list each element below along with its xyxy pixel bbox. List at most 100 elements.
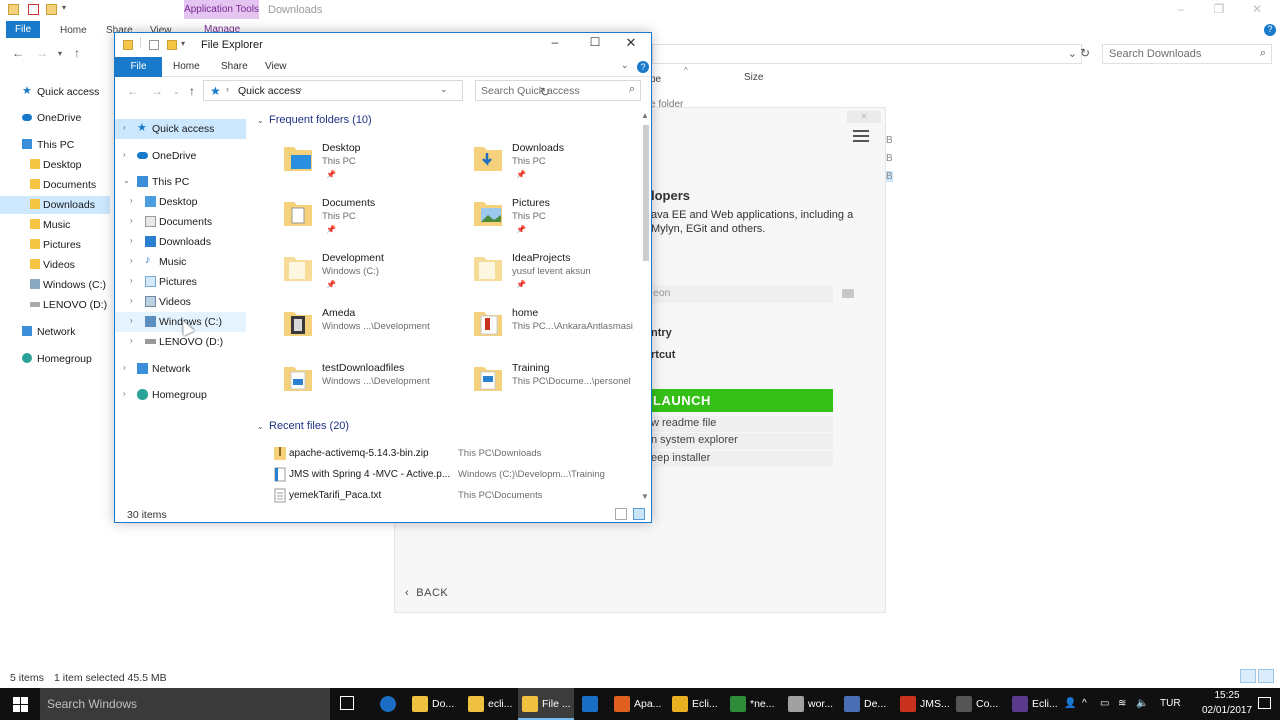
frequent-folders-header[interactable]: ⌄ Frequent folders (10) — [257, 114, 372, 126]
large-icons-view-icon[interactable] — [1258, 669, 1274, 683]
taskbar-app[interactable]: Do... — [408, 688, 460, 720]
chevron-right-icon[interactable]: › — [130, 236, 133, 245]
forward-arrow-icon[interactable]: → — [36, 46, 48, 60]
background-home-tab[interactable]: Home — [60, 25, 87, 36]
tab-home[interactable]: Home — [173, 61, 200, 72]
chevron-right-icon[interactable]: › — [123, 363, 126, 372]
bg-sidebar-item-music[interactable]: Music — [0, 216, 110, 234]
list-item[interactable]: yemekTarifi_Paca.txt This PC\Documents — [274, 487, 639, 503]
pin-icon[interactable]: 📌 — [516, 280, 526, 289]
clock-date[interactable]: 02/01/2017 — [1202, 705, 1252, 716]
expand-ribbon-icon[interactable]: ⌄ — [621, 60, 629, 71]
folder-tile-home[interactable]: home This PC...\AnkaraAntlasmasi — [473, 304, 641, 354]
installation-folder-field[interactable]: eon — [651, 285, 833, 303]
sidebar-item-downloads[interactable]: › Downloads — [115, 232, 246, 252]
bg-sidebar-item-windows-c[interactable]: Windows (C:) — [0, 276, 110, 294]
installer-desktop-shortcut-option[interactable]: rtcut — [651, 349, 675, 361]
folder-tile-testdownloadfiles[interactable]: testDownloadfiles Windows ...\Development — [283, 359, 473, 409]
scroll-up-icon[interactable]: ▲ — [641, 111, 649, 120]
new-folder-icon[interactable] — [167, 40, 177, 50]
recent-locations-icon[interactable]: ⌄ — [173, 87, 180, 96]
chevron-right-icon[interactable]: › — [130, 316, 133, 325]
chevron-right-icon[interactable]: › — [123, 150, 126, 159]
sidebar-item-desktop[interactable]: › Desktop — [115, 192, 246, 212]
taskbar-app[interactable]: File ... — [518, 688, 574, 720]
task-view-icon[interactable] — [340, 696, 354, 710]
taskbar-app-edge[interactable] — [376, 688, 402, 720]
help-icon[interactable]: ? — [1264, 24, 1276, 36]
input-language-indicator[interactable]: TUR — [1160, 698, 1181, 709]
chevron-down-icon[interactable]: ⌄ — [1068, 47, 1077, 60]
sidebar-item-onedrive[interactable]: › OneDrive — [115, 146, 246, 166]
pin-icon[interactable]: 📌 — [326, 280, 336, 289]
help-icon[interactable]: ? — [637, 61, 649, 73]
battery-icon[interactable]: ▭ — [1100, 698, 1109, 709]
folder-tile-training[interactable]: Training This PC\Docume...\personel — [473, 359, 641, 409]
pin-icon[interactable]: 📌 — [516, 170, 526, 179]
chevron-right-icon[interactable]: › — [130, 216, 133, 225]
folder-tile-documents[interactable]: Documents This PC 📌 — [283, 194, 473, 244]
back-button[interactable]: ‹ BACK — [405, 587, 448, 599]
list-item[interactable]: apache-activemq-5.14.3-bin.zip This PC\Do… — [274, 445, 639, 463]
taskbar-app[interactable]: *ne... — [726, 688, 782, 720]
sidebar-item-network[interactable]: › Network — [115, 359, 246, 379]
customize-toolbar-icon[interactable]: ▾ — [62, 3, 66, 12]
taskbar-app[interactable]: Co... — [952, 688, 1004, 720]
tiles-view-icon[interactable] — [633, 508, 645, 520]
browse-folder-icon[interactable] — [842, 289, 854, 298]
background-minimize-button[interactable]: – — [1166, 2, 1196, 18]
recent-locations-icon[interactable]: ▾ — [58, 49, 62, 58]
recent-files-header[interactable]: ⌄ Recent files (20) — [257, 420, 349, 432]
wifi-icon[interactable]: ≋ — [1118, 698, 1126, 709]
sidebar-item-quick-access[interactable]: › ★ Quick access — [115, 119, 246, 139]
refresh-icon[interactable]: ↻ — [1080, 46, 1090, 60]
taskbar-app[interactable]: wor... — [784, 688, 840, 720]
background-file-tab[interactable]: File — [6, 21, 40, 38]
chevron-up-icon[interactable]: ^ — [1082, 698, 1087, 709]
properties-icon[interactable] — [149, 40, 159, 50]
address-bar[interactable]: ★ › Quick access › ⌄ ↻ — [203, 80, 550, 101]
folder-tile-ideaprojects[interactable]: IdeaProjects yusuf levent aksun 📌 — [473, 249, 641, 299]
up-arrow-icon[interactable]: ↑ — [189, 84, 195, 98]
background-address-field[interactable]: ⌄ — [652, 44, 1082, 64]
taskbar-search-box[interactable]: Search Windows — [40, 688, 330, 720]
tab-share[interactable]: Share — [221, 61, 248, 72]
chevron-down-icon[interactable]: ⌄ — [440, 84, 448, 95]
close-button[interactable]: ✕ — [621, 35, 641, 55]
breadcrumb-quick-access[interactable]: Quick access — [238, 85, 300, 97]
forward-arrow-icon[interactable]: → — [151, 84, 163, 98]
taskbar-app[interactable]: Apa... — [610, 688, 666, 720]
bg-sidebar-item-network[interactable]: Network — [0, 323, 110, 341]
folder-tile-downloads[interactable]: Downloads This PC 📌 — [473, 139, 641, 189]
search-input[interactable]: Search Quick access ⌕ — [475, 80, 641, 101]
pin-icon[interactable]: 📌 — [326, 225, 336, 234]
background-column-size[interactable]: Size — [744, 72, 763, 83]
customize-toolbar-icon[interactable]: ▾ — [181, 39, 185, 48]
people-icon[interactable]: 👤 — [1064, 698, 1076, 709]
bg-sidebar-item-quick-access[interactable]: ★ Quick access — [0, 83, 110, 101]
details-view-icon[interactable] — [1240, 669, 1256, 683]
background-search-input[interactable]: Search Downloads ⌕ — [1102, 44, 1272, 64]
bg-sidebar-item-homegroup[interactable]: Homegroup — [0, 350, 110, 368]
installer-close-button[interactable]: ✕ — [847, 111, 881, 123]
bg-sidebar-item-onedrive[interactable]: OneDrive — [0, 109, 110, 127]
sidebar-item-this-pc[interactable]: ⌄ This PC — [115, 172, 246, 192]
vertical-scrollbar[interactable]: ▲ ▼ — [641, 111, 651, 503]
breadcrumb-separator-icon[interactable]: › — [226, 84, 229, 94]
chevron-right-icon[interactable]: › — [123, 123, 126, 132]
chevron-right-icon[interactable]: › — [130, 276, 133, 285]
installer-start-menu-option[interactable]: ntry — [651, 327, 672, 339]
chevron-down-icon[interactable]: ⌄ — [123, 176, 130, 185]
breadcrumb-separator-icon[interactable]: › — [299, 84, 302, 94]
tab-file[interactable]: File — [115, 57, 162, 77]
sidebar-item-homegroup[interactable]: › Homegroup — [115, 385, 246, 405]
chevron-right-icon[interactable]: › — [123, 389, 126, 398]
background-maximize-button[interactable]: ❐ — [1204, 2, 1234, 18]
tab-view[interactable]: View — [265, 61, 287, 72]
folder-tile-ameda[interactable]: Ameda Windows ...\Development — [283, 304, 473, 354]
background-close-button[interactable]: ✕ — [1242, 2, 1272, 18]
list-item[interactable]: JMS with Spring 4 -MVC - Active.p... Wind… — [274, 466, 639, 484]
action-center-icon[interactable] — [1258, 697, 1271, 709]
sidebar-item-music[interactable]: › ♪ Music — [115, 252, 246, 272]
explorer-titlebar[interactable]: | ▾ File Explorer – ☐ ✕ — [115, 33, 651, 57]
